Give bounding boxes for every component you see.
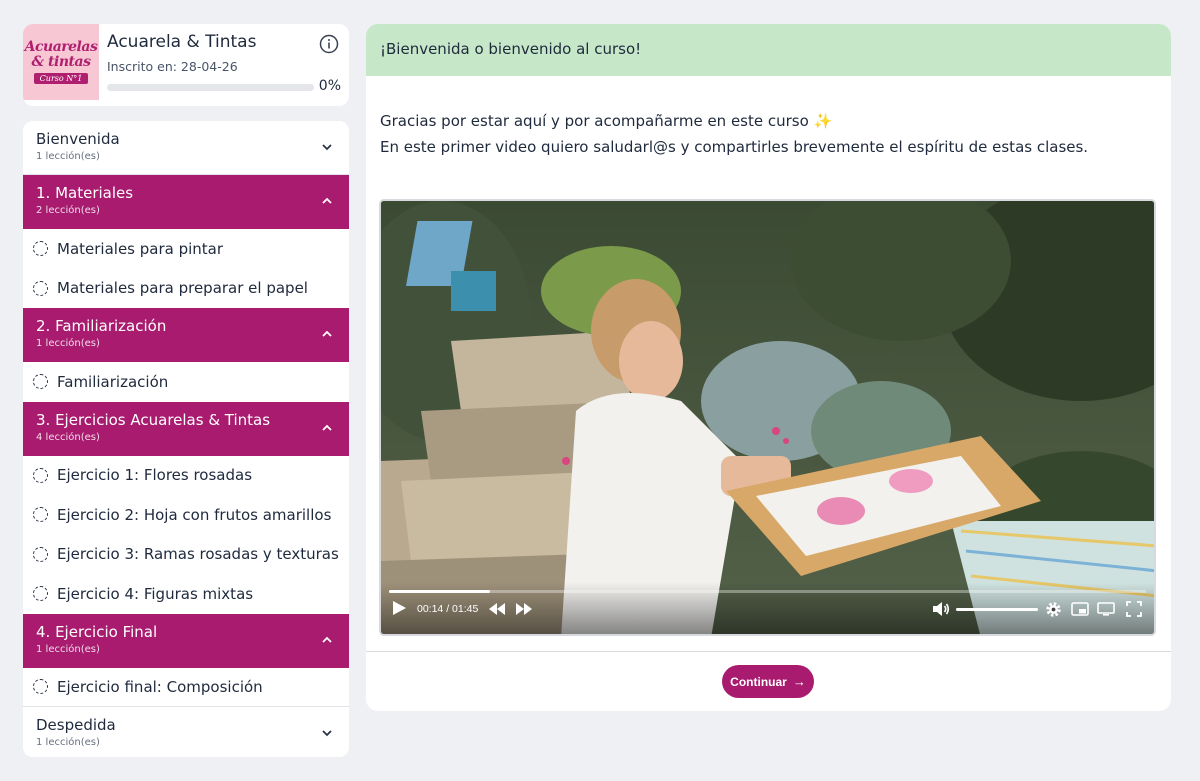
lesson-sidebar: Bienvenida 1 lección(es) 1. Materiales 2 le… <box>23 121 349 757</box>
sidebar-section: 2. Familiarización 1 lección(es) Familiari… <box>23 308 349 402</box>
arrow-right-icon: → <box>792 674 806 689</box>
section-lesson-count: 2 lección(es) <box>36 205 100 216</box>
chevron-up-icon[interactable] <box>321 634 333 646</box>
lesson-item[interactable]: Ejercicio final: Composición <box>23 668 349 707</box>
section-lesson-count: 1 lección(es) <box>36 338 100 349</box>
section-title: Despedida <box>36 716 116 734</box>
cast-screen-icon[interactable] <box>1097 602 1115 616</box>
video-time: 00:14 / 01:45 <box>417 603 479 615</box>
lesson-label: Familiarización <box>57 372 169 391</box>
lesson-label: Ejercicio final: Composición <box>57 677 263 696</box>
video-frame <box>381 201 1154 634</box>
logo-line-2: & tintas <box>31 54 91 70</box>
sidebar-section: 3. Ejercicios Acuarelas & Tintas 4 lecció… <box>23 401 349 614</box>
lesson-intro: Gracias por estar aquí y por acompañarme… <box>380 108 1088 160</box>
intro-line-2: En este primer video quiero saludarl@s y… <box>380 138 1089 156</box>
course-logo: Acuarelas & tintas Curso N°1 <box>23 24 99 100</box>
lesson-label: Ejercicio 2: Hoja con frutos amarillos <box>57 505 332 524</box>
volume-icon[interactable] <box>932 601 950 617</box>
chevron-up-icon[interactable] <box>321 328 333 340</box>
sidebar-section-header[interactable]: 1. Materiales 2 lección(es) <box>23 175 349 229</box>
picture-in-picture-icon[interactable] <box>1071 602 1089 616</box>
lesson-item[interactable]: Ejercicio 1: Flores rosadas <box>23 456 349 496</box>
welcome-banner: ¡Bienvenida o bienvenido al curso! <box>366 24 1171 76</box>
lesson-label: Ejercicio 3: Ramas rosadas y texturas <box>57 545 339 564</box>
sidebar-section-header[interactable]: 2. Familiarización 1 lección(es) <box>23 308 349 362</box>
section-title: 1. Materiales <box>36 184 134 202</box>
volume-slider[interactable] <box>956 608 1038 611</box>
incomplete-circle-icon <box>33 467 48 483</box>
sidebar-section: 4. Ejercicio Final 1 lección(es) Ejercicio… <box>23 613 349 707</box>
incomplete-circle-icon <box>33 507 48 523</box>
lesson-label: Ejercicio 4: Figuras mixtas <box>57 584 254 603</box>
logo-line-3: Curso N°1 <box>33 73 89 84</box>
incomplete-circle-icon <box>33 374 48 390</box>
section-lesson-count: 1 lección(es) <box>36 151 100 162</box>
volume-slider-fill <box>956 608 1038 611</box>
lesson-item[interactable]: Materiales para pintar <box>23 229 349 269</box>
section-lesson-count: 4 lección(es) <box>36 431 100 443</box>
incomplete-circle-icon <box>33 280 48 296</box>
section-lesson-count: 1 lección(es) <box>36 737 100 748</box>
chevron-up-icon[interactable] <box>321 422 333 434</box>
section-title: 3. Ejercicios Acuarelas & Tintas <box>36 410 271 429</box>
sidebar-section-header[interactable]: Bienvenida 1 lección(es) <box>23 121 349 175</box>
course-title: Acuarela & Tintas <box>107 32 257 52</box>
chevron-up-icon[interactable] <box>321 195 333 207</box>
incomplete-circle-icon <box>33 586 48 602</box>
lesson-content: ¡Bienvenida o bienvenido al curso! Graci… <box>366 24 1171 711</box>
lesson-label: Materiales para pintar <box>57 239 224 258</box>
lesson-item[interactable]: Familiarización <box>23 362 349 402</box>
video-player[interactable]: 00:14 / 01:45 <box>379 199 1156 636</box>
course-progress-bar <box>107 84 314 91</box>
section-title: Bienvenida <box>36 130 120 148</box>
sidebar-section-header[interactable]: 4. Ejercicio Final 1 lección(es) <box>23 613 349 668</box>
incomplete-circle-icon <box>33 546 48 562</box>
incomplete-circle-icon <box>33 679 48 695</box>
incomplete-circle-icon <box>33 241 48 257</box>
chevron-down-icon[interactable] <box>321 727 333 739</box>
lesson-label: Ejercicio 1: Flores rosadas <box>57 466 253 485</box>
content-divider <box>366 651 1171 652</box>
video-seek-bar[interactable] <box>389 590 1146 593</box>
settings-gear-icon[interactable] <box>1045 601 1062 618</box>
chevron-down-icon[interactable] <box>321 141 333 153</box>
sidebar-section: Bienvenida 1 lección(es) <box>23 121 349 175</box>
section-title: 4. Ejercicio Final <box>36 622 158 641</box>
lesson-label: Materiales para preparar el papel <box>57 279 308 298</box>
continue-button-label: Continuar <box>730 674 787 689</box>
fast-forward-icon[interactable] <box>516 603 532 615</box>
lesson-item[interactable]: Ejercicio 4: Figuras mixtas <box>23 574 349 614</box>
course-card: Acuarelas & tintas Curso N°1 Acuarela & … <box>23 24 349 106</box>
enrolled-date: Inscrito en: 28-04-26 <box>107 59 238 74</box>
lesson-item[interactable]: Materiales para preparar el papel <box>23 269 349 309</box>
sidebar-section: 1. Materiales 2 lección(es) Materiales par… <box>23 175 349 308</box>
lesson-item[interactable]: Ejercicio 3: Ramas rosadas y texturas <box>23 535 349 575</box>
video-controls: 00:14 / 01:45 <box>381 582 1154 634</box>
continue-button[interactable]: Continuar → <box>722 665 814 698</box>
section-lesson-count: 1 lección(es) <box>36 643 100 655</box>
fullscreen-icon[interactable] <box>1126 601 1142 617</box>
rewind-icon[interactable] <box>489 603 505 615</box>
play-icon[interactable] <box>391 600 407 616</box>
logo-line-1: Acuarelas <box>24 39 98 55</box>
sidebar-section-header[interactable]: 3. Ejercicios Acuarelas & Tintas 4 lecció… <box>23 401 349 456</box>
info-icon[interactable] <box>319 34 339 54</box>
course-progress-percent: 0% <box>318 78 341 94</box>
section-title: 2. Familiarización <box>36 317 167 335</box>
lesson-item[interactable]: Ejercicio 2: Hoja con frutos amarillos <box>23 495 349 535</box>
video-seek-progress <box>389 590 490 593</box>
intro-line-1: Gracias por estar aquí y por acompañarme… <box>380 112 833 130</box>
sidebar-section-header[interactable]: Despedida 1 lección(es) <box>23 707 349 757</box>
sidebar-section: Despedida 1 lección(es) <box>23 707 349 757</box>
